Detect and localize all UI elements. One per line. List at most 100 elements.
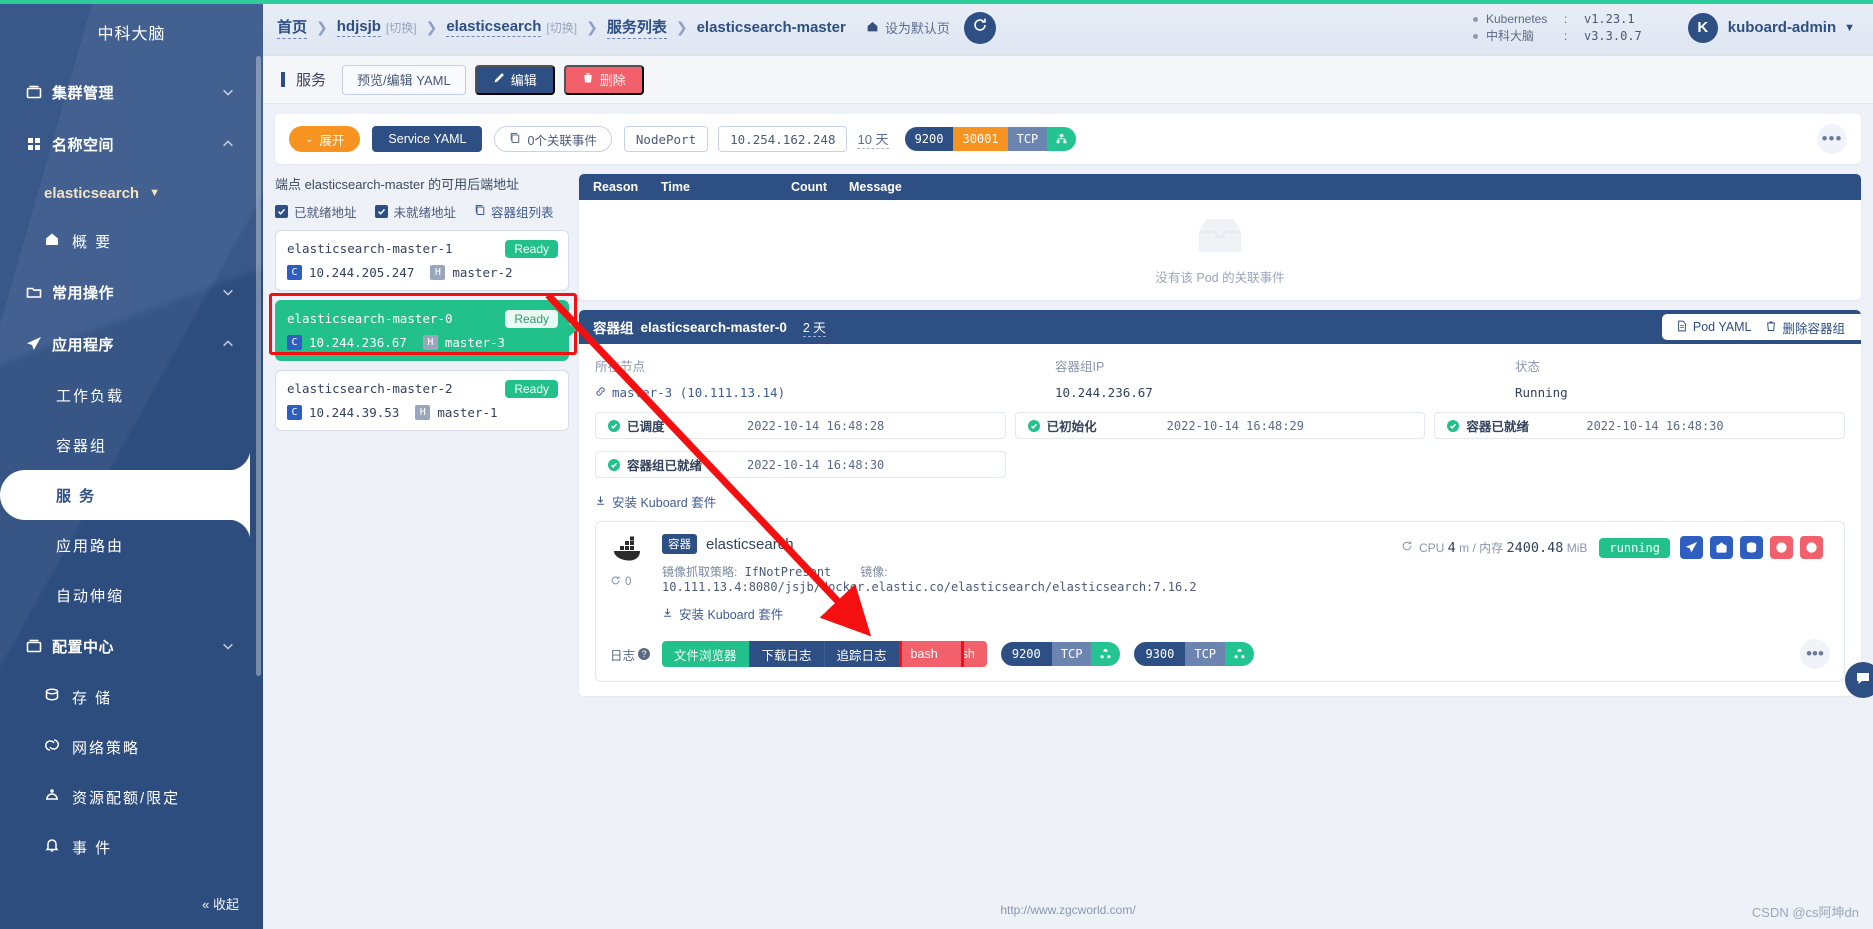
download-log-button[interactable]: 下载日志 (748, 641, 824, 667)
service-more-button[interactable]: ••• (1817, 124, 1847, 154)
sidebar-item-network-policy-label: 网络策略 (72, 739, 141, 757)
service-age[interactable]: 10 天 (857, 129, 889, 149)
filter-ready-addresses[interactable]: 已就绪地址 (275, 202, 357, 221)
container-ip-icon: C (287, 405, 302, 420)
sidebar-item-storage[interactable]: 存 储 (0, 672, 263, 722)
endpoint-card[interactable]: elasticsearch-master-2 Ready C 10.244.39… (275, 370, 569, 431)
container-install-kuboard-suite-link[interactable]: 安装 Kuboard 套件 (662, 604, 1830, 623)
version-key: 中科大脑 (1485, 28, 1534, 43)
refresh-icon (972, 17, 988, 38)
container-metrics: CPU 4 m / 内存 2400.48 MiB (1401, 539, 1587, 556)
sidebar-item-events[interactable]: 事 件 (0, 822, 263, 872)
set-default-page-button[interactable]: 设为默认页 (866, 18, 950, 37)
sidebar-group-cluster[interactable]: 集群管理 (0, 66, 263, 118)
tail-log-button[interactable]: 追踪日志 (823, 641, 899, 667)
breadcrumb-switch-namespace[interactable]: [切换] (546, 19, 577, 36)
container-port-pill[interactable]: 9300 TCP (1134, 642, 1255, 666)
help-icon[interactable]: ? (638, 648, 651, 660)
sidebar-item-overview[interactable]: 概 要 (0, 216, 263, 266)
sidebar-item-ingress[interactable]: 应用路由 (0, 520, 263, 570)
sidebar-item-pods[interactable]: 容器组 (0, 420, 263, 470)
endpoint-details: C 10.244.205.247 H master-2 (287, 265, 557, 280)
expand-label: 展开 (319, 133, 345, 148)
endpoint-card-selected[interactable]: elasticsearch-master-0 Ready C 10.244.23… (269, 293, 577, 361)
events-table-header: Reason Time Count Message (579, 174, 1861, 200)
box-icon[interactable] (1710, 536, 1733, 559)
user-menu[interactable]: K kuboard-admin ▼ (1687, 12, 1855, 43)
endpoint-details: C 10.244.39.53 H master-1 (287, 405, 557, 420)
version-colon: : (1563, 28, 1568, 43)
service-yaml-button[interactable]: Service YAML (372, 126, 483, 152)
sidebar-item-services[interactable]: 服 务 (0, 470, 250, 520)
breadcrumb-item-home[interactable]: 首页 (277, 16, 308, 39)
sidebar-item-workloads[interactable]: 工作负载 (0, 370, 263, 420)
pod-card-header: 容器组 elasticsearch-master-0 2 天 Pod YAML (579, 310, 1861, 344)
breadcrumb-item-service-list[interactable]: 服务列表 (606, 16, 667, 39)
events-column-message: Message (849, 180, 902, 194)
service-yaml-label: Service YAML (388, 132, 467, 146)
download-log-label: 下载日志 (761, 648, 812, 663)
pod-condition-name: 容器已就绪 (1466, 420, 1529, 434)
database-icon[interactable] (1740, 536, 1763, 559)
sidebar-scrollbar[interactable] (256, 56, 261, 876)
home-icon (44, 231, 72, 251)
service-node-port: 30001 (953, 127, 1008, 151)
check-circle-icon (608, 419, 620, 432)
delete-pod-button[interactable]: 删除容器组 (1765, 318, 1845, 337)
sidebar-item-overview-label: 概 要 (72, 233, 113, 251)
delete-button[interactable]: 删除 (563, 64, 644, 95)
sidebar-item-network-policy[interactable]: 网络策略 (0, 722, 263, 772)
host-icon: H (415, 405, 431, 420)
related-events-button[interactable]: 0个关联事件 (494, 126, 612, 152)
events-column-count: Count (791, 180, 828, 194)
chevron-down-icon: ▼ (149, 187, 160, 199)
file-browser-button[interactable]: 文件浏览器 (662, 641, 749, 667)
alert-icon[interactable] (1770, 536, 1793, 559)
install-kuboard-suite-link[interactable]: 安装 Kuboard 套件 (595, 492, 1845, 511)
edit-icon (493, 72, 511, 87)
cpu-label: CPU (1418, 540, 1445, 555)
sidebar-item-autoscaling[interactable]: 自动伸缩 (0, 570, 263, 620)
expand-button[interactable]: ⌄ 展开 (289, 126, 361, 152)
floating-help-button[interactable] (1845, 662, 1873, 698)
refresh-button[interactable] (963, 11, 996, 44)
edit-button[interactable]: 编辑 (474, 64, 555, 95)
sidebar-group-config-center[interactable]: 配置中心 (0, 620, 263, 672)
pod-age[interactable]: 2 天 (802, 317, 826, 337)
link-icon (595, 385, 612, 400)
sidebar-scrollbar-thumb[interactable] (256, 56, 261, 676)
container-port-pill[interactable]: 9200 TCP (1000, 642, 1121, 666)
chevron-down-icon (221, 639, 235, 653)
breadcrumb-switch-cluster[interactable]: [切换] (386, 19, 417, 36)
endpoints-panel: 端点 elasticsearch-master 的可用后端地址 已就绪地址 未就… (269, 174, 577, 696)
pod-condition-time: 2022-10-14 16:48:28 (747, 418, 885, 433)
bash-terminal-button[interactable]: bash (898, 641, 964, 667)
pod-field-node-value[interactable]: master-3 (10.111.13.14) (595, 385, 1055, 400)
alert-icon[interactable] (1800, 536, 1823, 559)
endpoint-card[interactable]: elasticsearch-master-1 Ready C 10.244.20… (275, 230, 569, 291)
document-icon (1676, 320, 1693, 335)
preview-edit-yaml-button[interactable]: 预览/编辑 YAML (342, 64, 466, 95)
sidebar-collapse-button[interactable]: « 收起 (202, 894, 239, 913)
events-column-time: Time (661, 180, 690, 194)
filter-notready-addresses[interactable]: 未就绪地址 (374, 202, 456, 221)
namespace-selector[interactable]: elasticsearch ▼ (0, 170, 263, 216)
pull-policy-value: IfNotPresent (744, 565, 832, 579)
log-button-group: 文件浏览器 下载日志 追踪日志 bash sh (662, 641, 987, 667)
sidebar-group-common-ops-label: 常用操作 (52, 284, 115, 302)
service-port-pill[interactable]: 9200 30001 TCP (904, 127, 1077, 151)
sidebar-group-cluster-label: 集群管理 (52, 84, 115, 102)
sh-terminal-button[interactable]: sh (949, 641, 987, 667)
service-type-tag: NodePort (623, 126, 709, 152)
copy-icon (474, 204, 491, 219)
sidebar-item-resource-quota[interactable]: 资源配额/限定 (0, 772, 263, 822)
container-more-button[interactable]: ••• (1800, 639, 1830, 669)
sidebar-group-applications[interactable]: 应用程序 (0, 318, 263, 370)
pod-yaml-button[interactable]: Pod YAML (1676, 320, 1751, 335)
send-icon[interactable] (1680, 536, 1703, 559)
breadcrumb-item-cluster[interactable]: hdjsjb (336, 18, 381, 37)
breadcrumb-item-namespace[interactable]: elasticsearch (446, 18, 542, 37)
sidebar-group-common-ops[interactable]: 常用操作 (0, 266, 263, 318)
pod-list-link[interactable]: 容器组列表 (474, 202, 554, 221)
sidebar-group-namespace[interactable]: 名称空间 (0, 118, 263, 170)
